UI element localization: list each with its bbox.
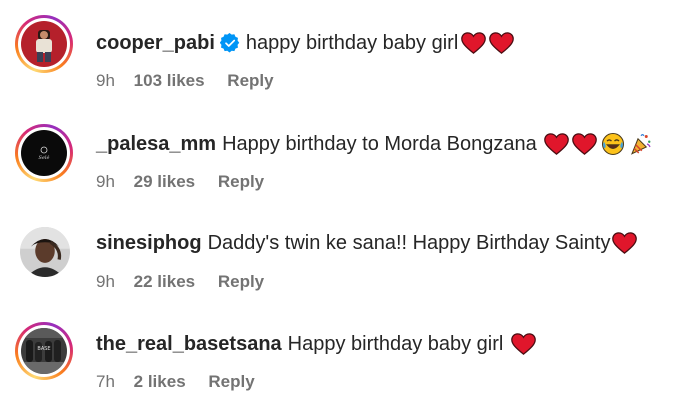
comment-likes[interactable]: 103 likes	[134, 70, 205, 92]
red-heart-emoji-icon	[543, 133, 569, 155]
reply-button[interactable]: Reply	[218, 271, 264, 293]
avatar[interactable]: Selé	[15, 124, 73, 182]
avatar[interactable]: BASE	[15, 322, 73, 380]
red-heart-emoji-icon	[571, 133, 597, 155]
comment-time: 9h	[96, 71, 115, 90]
comment-username[interactable]: cooper_pabi	[96, 30, 215, 56]
comment-likes[interactable]: 22 likes	[134, 271, 195, 293]
avatar-image: Selé	[21, 130, 67, 176]
comment-body: Daddy's twin ke sana!! Happy Birthday Sa…	[207, 232, 611, 254]
comment-time: 9h	[96, 172, 115, 191]
comment-time: 7h	[96, 372, 115, 391]
comment-likes[interactable]: 2 likes	[134, 371, 186, 393]
avatar[interactable]	[15, 15, 73, 73]
comment-item: BASE the_real_basetsana Happy birthday b…	[0, 300, 691, 400]
avatar-ring-inner: Selé	[18, 127, 70, 179]
comment-item: sinesiphog Daddy's twin ke sana!! Happy …	[0, 200, 691, 300]
red-heart-emoji-icon	[461, 32, 487, 54]
avatar-image: BASE	[21, 328, 67, 374]
comment-username[interactable]: the_real_basetsana	[96, 331, 282, 357]
comment-text-line: the_real_basetsana Happy birthday baby g…	[96, 331, 537, 357]
verified-badge-icon	[219, 33, 240, 53]
svg-text:Selé: Selé	[39, 154, 50, 161]
red-heart-emoji-icon	[611, 232, 637, 254]
comment-meta: 9h 29 likes Reply	[96, 171, 264, 193]
avatar-ring-inner	[18, 18, 70, 70]
reply-button[interactable]: Reply	[218, 171, 264, 193]
comment-username[interactable]: sinesiphog	[96, 230, 202, 256]
reply-button[interactable]: Reply	[227, 70, 273, 92]
comment-item: cooper_pabi happy birthday baby girl 9h …	[0, 0, 691, 100]
tears-of-joy-emoji-icon	[601, 132, 624, 156]
avatar-ring-inner: BASE	[18, 325, 70, 377]
reply-button[interactable]: Reply	[208, 371, 254, 393]
avatar[interactable]	[20, 227, 70, 277]
comment-text-line: _palesa_mm Happy birthday to Morda Bongz…	[96, 131, 653, 157]
comment-body: Happy birthday to Morda Bongzana	[222, 133, 537, 155]
comment-time: 9h	[96, 272, 115, 291]
svg-text:BASE: BASE	[37, 346, 50, 352]
party-popper-emoji-icon	[630, 134, 651, 155]
comment-body: happy birthday baby girl	[245, 32, 459, 54]
comment-text-line: cooper_pabi happy birthday baby girl	[96, 30, 515, 56]
avatar-image	[20, 227, 70, 277]
red-heart-emoji-icon	[489, 32, 515, 54]
red-heart-emoji-icon	[511, 333, 537, 355]
comment-body: Happy birthday baby girl	[287, 333, 504, 355]
comment-meta: 9h 22 likes Reply	[96, 271, 264, 293]
avatar-image	[21, 21, 67, 67]
comment-meta: 7h 2 likes Reply	[96, 371, 255, 393]
comment-username[interactable]: _palesa_mm	[96, 131, 216, 157]
comment-text-line: sinesiphog Daddy's twin ke sana!! Happy …	[96, 230, 637, 256]
comment-item: Selé _palesa_mm Happy birthday to Morda …	[0, 100, 691, 200]
comment-likes[interactable]: 29 likes	[134, 171, 195, 193]
comment-meta: 9h 103 likes Reply	[96, 70, 274, 92]
